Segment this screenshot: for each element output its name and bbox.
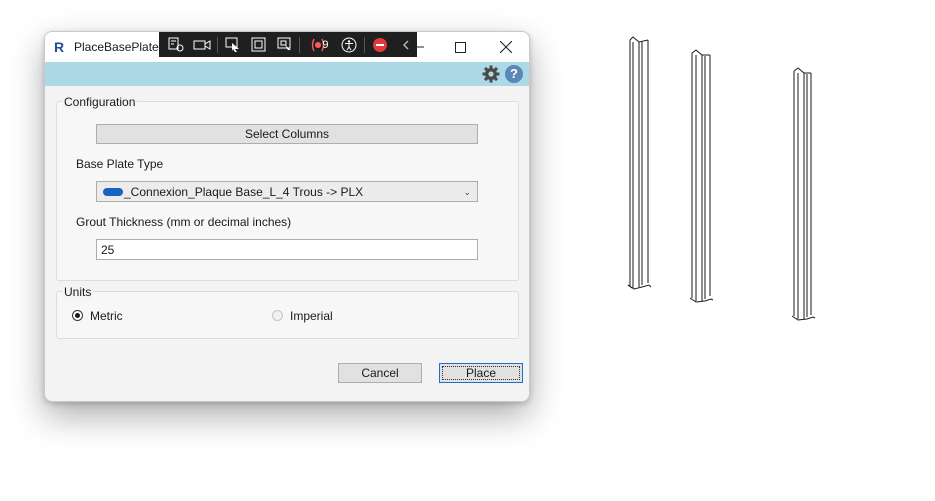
track-focus-icon[interactable] bbox=[274, 35, 296, 55]
maximize-button[interactable] bbox=[438, 32, 482, 62]
base-plate-type-select[interactable]: _Connexion_Plaque Base_L_4 Trous -> PLX … bbox=[96, 181, 478, 202]
steel-column-2 bbox=[689, 49, 714, 303]
base-plate-type-value: _Connexion_Plaque Base_L_4 Trous -> PLX bbox=[124, 184, 364, 199]
configuration-group-label: Configuration bbox=[62, 95, 138, 109]
select-element-icon[interactable] bbox=[222, 35, 244, 55]
camera-icon[interactable] bbox=[191, 35, 213, 55]
window-title: PlaceBasePlate bbox=[74, 40, 159, 54]
cancel-button[interactable]: Cancel bbox=[338, 363, 422, 383]
units-group: Units bbox=[56, 285, 519, 339]
redaction-mark bbox=[103, 187, 123, 196]
imperial-radio[interactable] bbox=[272, 310, 283, 321]
toolbar-separator bbox=[364, 36, 366, 53]
base-plate-type-label: Base Plate Type bbox=[76, 157, 164, 171]
toolbar-separator bbox=[216, 36, 218, 53]
grout-thickness-input[interactable]: 25 bbox=[96, 239, 478, 260]
model-viewport[interactable] bbox=[560, 0, 935, 498]
gear-icon[interactable] bbox=[482, 65, 500, 83]
title-bar[interactable]: R PlaceBasePlate 9 bbox=[45, 32, 529, 62]
binding-failures-icon[interactable]: 9 bbox=[304, 35, 334, 55]
accessibility-icon[interactable] bbox=[338, 35, 360, 55]
columns-drawing bbox=[627, 36, 816, 321]
units-group-label: Units bbox=[62, 285, 94, 299]
grout-thickness-label: Grout Thickness (mm or decimal inches) bbox=[76, 215, 292, 229]
header-band: ? bbox=[45, 62, 529, 86]
select-columns-button[interactable]: Select Columns bbox=[96, 124, 478, 144]
xaml-debug-toolbar: 9 bbox=[159, 32, 417, 57]
maximize-icon bbox=[454, 41, 466, 53]
place-base-plate-dialog: R PlaceBasePlate 9 ? Configuration Selec… bbox=[44, 31, 530, 402]
metric-radio-label[interactable]: Metric bbox=[90, 309, 123, 323]
revit-app-icon: R bbox=[54, 39, 65, 55]
steel-column-3 bbox=[791, 67, 816, 321]
collapse-icon[interactable] bbox=[395, 35, 417, 55]
close-button[interactable] bbox=[484, 32, 528, 62]
close-icon bbox=[500, 41, 512, 53]
toolbar-separator bbox=[299, 36, 301, 53]
place-button[interactable]: Place bbox=[439, 363, 523, 383]
hot-reload-stop-icon[interactable] bbox=[369, 35, 391, 55]
display-layout-adorners-icon[interactable] bbox=[248, 35, 270, 55]
binding-failures-count: 9 bbox=[322, 38, 329, 51]
help-icon[interactable]: ? bbox=[505, 65, 523, 83]
live-visual-tree-icon[interactable] bbox=[165, 35, 187, 55]
metric-radio[interactable] bbox=[72, 310, 83, 321]
steel-column-1 bbox=[627, 36, 652, 290]
chevron-down-icon: ⌄ bbox=[463, 187, 471, 197]
imperial-radio-label[interactable]: Imperial bbox=[290, 309, 333, 323]
